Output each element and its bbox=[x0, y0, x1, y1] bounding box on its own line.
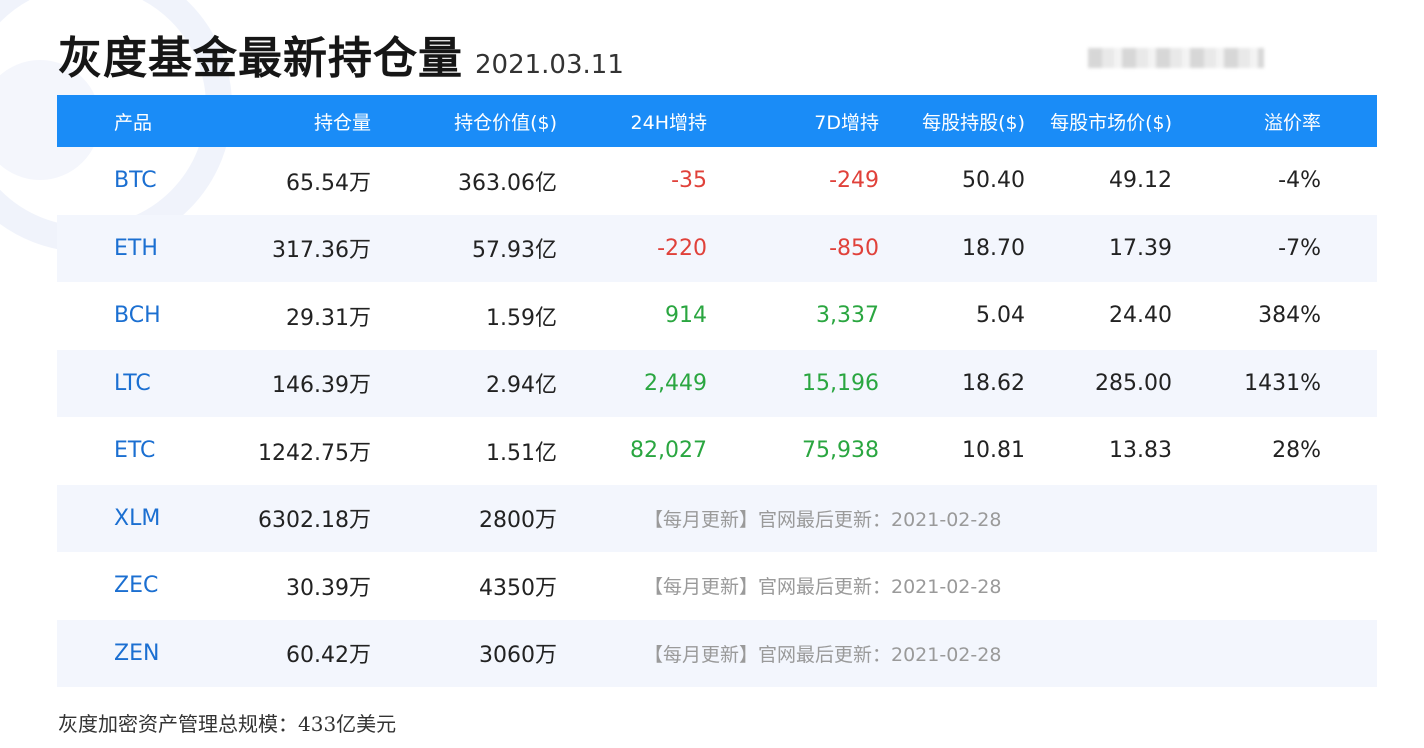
d7-cell: 3,337 bbox=[816, 303, 879, 329]
h24-cell: 914 bbox=[665, 303, 707, 329]
column-header-premium: 溢价率 bbox=[1263, 111, 1321, 134]
product-cell: ETH bbox=[114, 235, 158, 261]
holdings-cell: 6302.18万 bbox=[258, 508, 371, 534]
h24-cell: 82,027 bbox=[630, 438, 707, 464]
product-cell: ZEN bbox=[114, 640, 160, 666]
holdings-cell: 317.36万 bbox=[272, 238, 371, 264]
value-cell: 2.94亿 bbox=[486, 373, 557, 399]
value-cell: 363.06亿 bbox=[458, 170, 557, 196]
premium-cell: -4% bbox=[1278, 168, 1321, 194]
premium-cell: 384% bbox=[1258, 303, 1321, 329]
per-share-cell: 10.81 bbox=[962, 438, 1025, 464]
premium-cell: -7% bbox=[1278, 235, 1321, 261]
product-cell: ZEC bbox=[114, 573, 159, 599]
d7-cell: -850 bbox=[829, 235, 879, 261]
market-price-cell: 49.12 bbox=[1109, 168, 1172, 194]
column-header-per-share: 每股持股($) bbox=[922, 111, 1025, 134]
column-header-value: 持仓价值($) bbox=[454, 111, 557, 134]
market-price-cell: 285.00 bbox=[1095, 370, 1172, 396]
value-cell: 2800万 bbox=[479, 508, 557, 534]
premium-cell: 28% bbox=[1272, 438, 1321, 464]
table-row: ETC 1242.75万 1.51亿 82,027 75,938 10.81 1… bbox=[57, 417, 1377, 485]
per-share-cell: 18.70 bbox=[962, 235, 1025, 261]
d7-cell: 15,196 bbox=[802, 370, 879, 396]
table-row: ETH 317.36万 57.93亿 -220 -850 18.70 17.39… bbox=[57, 214, 1377, 282]
holdings-cell: 1242.75万 bbox=[258, 440, 371, 466]
table-row: LTC 146.39万 2.94亿 2,449 15,196 18.62 285… bbox=[57, 349, 1377, 417]
per-share-cell: 18.62 bbox=[962, 370, 1025, 396]
holdings-cell: 65.54万 bbox=[286, 170, 371, 196]
table-row: BTC 65.54万 363.06亿 -35 -249 50.40 49.12 … bbox=[57, 147, 1377, 215]
holdings-cell: 30.39万 bbox=[286, 575, 371, 601]
blurred-watermark bbox=[1088, 48, 1264, 68]
h24-cell: 2,449 bbox=[644, 370, 707, 396]
column-header-7d: 7D增持 bbox=[814, 111, 879, 134]
value-cell: 3060万 bbox=[479, 643, 557, 669]
table-row: BCH 29.31万 1.59亿 914 3,337 5.04 24.40 38… bbox=[57, 282, 1377, 350]
market-price-cell: 17.39 bbox=[1109, 235, 1172, 261]
product-cell: BCH bbox=[114, 303, 161, 329]
update-note: 【每月更新】官网最后更新：2021-02-28 bbox=[644, 576, 1002, 599]
h24-cell: -35 bbox=[671, 168, 707, 194]
table-row: XLM 6302.18万 2800万 【每月更新】官网最后更新：2021-02-… bbox=[57, 484, 1377, 552]
column-header-24h: 24H增持 bbox=[630, 111, 707, 134]
holdings-cell: 60.42万 bbox=[286, 643, 371, 669]
value-cell: 57.93亿 bbox=[472, 238, 557, 264]
per-share-cell: 5.04 bbox=[976, 303, 1025, 329]
page-title: 灰度基金最新持仓量 bbox=[58, 33, 463, 84]
value-cell: 1.59亿 bbox=[486, 305, 557, 331]
value-cell: 1.51亿 bbox=[486, 440, 557, 466]
table-row: ZEC 30.39万 4350万 【每月更新】官网最后更新：2021-02-28 bbox=[57, 552, 1377, 620]
page-header: 灰度基金最新持仓量 2021.03.11 bbox=[58, 22, 624, 86]
product-cell: ETC bbox=[114, 438, 156, 464]
premium-cell: 1431% bbox=[1244, 370, 1321, 396]
update-note: 【每月更新】官网最后更新：2021-02-28 bbox=[644, 643, 1002, 666]
d7-cell: -249 bbox=[829, 168, 879, 194]
market-price-cell: 13.83 bbox=[1109, 438, 1172, 464]
holdings-cell: 146.39万 bbox=[272, 373, 371, 399]
column-header-product: 产品 bbox=[114, 111, 153, 134]
update-note: 【每月更新】官网最后更新：2021-02-28 bbox=[644, 508, 1002, 531]
table-header-row: 产品 持仓量 持仓价值($) 24H增持 7D增持 每股持股($) 每股市场价(… bbox=[57, 95, 1377, 147]
holdings-cell: 29.31万 bbox=[286, 305, 371, 331]
value-cell: 4350万 bbox=[479, 575, 557, 601]
product-cell: BTC bbox=[114, 168, 157, 194]
h24-cell: -220 bbox=[657, 235, 707, 261]
d7-cell: 75,938 bbox=[802, 438, 879, 464]
table-row: ZEN 60.42万 3060万 【每月更新】官网最后更新：2021-02-28 bbox=[57, 619, 1377, 687]
footer-summary: 灰度加密资产管理总规模：433亿美元 bbox=[58, 712, 397, 736]
product-cell: LTC bbox=[114, 370, 151, 396]
per-share-cell: 50.40 bbox=[962, 168, 1025, 194]
column-header-holdings: 持仓量 bbox=[313, 111, 371, 134]
market-price-cell: 24.40 bbox=[1109, 303, 1172, 329]
column-header-market-price: 每股市场价($) bbox=[1050, 111, 1172, 134]
product-cell: XLM bbox=[114, 505, 161, 531]
holdings-table: 产品 持仓量 持仓价值($) 24H增持 7D增持 每股持股($) 每股市场价(… bbox=[57, 95, 1377, 687]
page-date: 2021.03.11 bbox=[475, 50, 624, 80]
